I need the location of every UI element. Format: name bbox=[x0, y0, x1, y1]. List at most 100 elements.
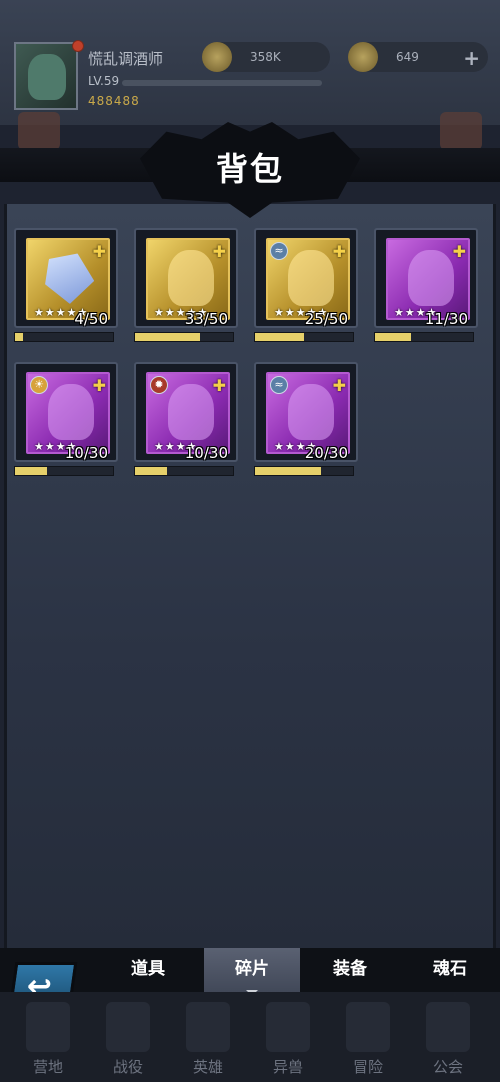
tab-label: 装备 bbox=[333, 959, 367, 979]
tab-label: 魂石 bbox=[433, 959, 467, 979]
nav-label: 英雄 bbox=[192, 1058, 223, 1076]
heroes-icon bbox=[186, 1002, 230, 1052]
crystal-art bbox=[37, 245, 101, 309]
water-element-icon: ≈ bbox=[270, 376, 288, 394]
nav-guild[interactable]: 公会 bbox=[410, 992, 486, 1082]
hero-silhouette bbox=[168, 384, 214, 440]
shard-count: 11/30 bbox=[424, 310, 468, 328]
shard-item[interactable]: ✚ ★★★★★ 4/50 bbox=[10, 228, 120, 346]
progress-fill bbox=[375, 333, 412, 341]
shard-progress-bar bbox=[134, 466, 234, 476]
progress-fill bbox=[135, 333, 200, 341]
shard-item[interactable]: ☀ ✚ ★★★★ 10/30 bbox=[10, 362, 120, 480]
currency-gold[interactable]: 358K bbox=[202, 42, 330, 72]
bottom-nav: 营地 战役 英雄 异兽 冒险 公会 bbox=[0, 992, 500, 1082]
tab-items[interactable]: 道具 bbox=[100, 948, 196, 992]
shard-progress-bar bbox=[374, 332, 474, 342]
nav-label: 冒险 bbox=[352, 1058, 383, 1076]
shard-item[interactable]: ✹ ✚ ★★★★ 10/30 bbox=[130, 362, 240, 480]
shard-progress-bar bbox=[134, 332, 234, 342]
hero-silhouette bbox=[408, 250, 454, 306]
puzzle-piece-icon: ✚ bbox=[332, 376, 346, 395]
shard-tile: ✹ ✚ ★★★★ bbox=[146, 372, 230, 454]
shard-tile: ≈ ✚ ★★★★★ bbox=[266, 238, 350, 320]
player-avatar[interactable] bbox=[14, 42, 78, 110]
exp-bar bbox=[122, 80, 322, 86]
shard-progress-bar bbox=[14, 466, 114, 476]
shard-count: 4/50 bbox=[74, 310, 108, 328]
shard-item[interactable]: ≈ ✚ ★★★★★ 25/50 bbox=[250, 228, 360, 346]
nav-label: 异兽 bbox=[272, 1058, 303, 1076]
player-power: 488488 bbox=[88, 94, 140, 108]
progress-fill bbox=[255, 333, 304, 341]
item-frame: ✹ ✚ ★★★★ 10/30 bbox=[134, 362, 238, 462]
item-frame: ☀ ✚ ★★★★ 10/30 bbox=[14, 362, 118, 462]
adventure-icon bbox=[346, 1002, 390, 1052]
player-name: 慌乱调酒师 bbox=[88, 50, 164, 68]
shard-count: 10/30 bbox=[184, 444, 228, 462]
currency-gem[interactable]: 649 + bbox=[348, 42, 488, 72]
shard-count: 33/50 bbox=[184, 310, 228, 328]
tab-equipment[interactable]: 装备 bbox=[302, 948, 398, 992]
puzzle-piece-icon: ✚ bbox=[452, 242, 466, 261]
tab-shards[interactable]: 碎片 bbox=[204, 948, 300, 998]
nav-adventure[interactable]: 冒险 bbox=[330, 992, 406, 1082]
puzzle-piece-icon: ✚ bbox=[92, 242, 106, 261]
gem-amount: 649 bbox=[396, 50, 419, 64]
shard-tile: ☀ ✚ ★★★★ bbox=[26, 372, 110, 454]
hero-silhouette bbox=[48, 384, 94, 440]
nav-label: 营地 bbox=[32, 1058, 63, 1076]
item-frame: ✚ ★★★★★ 33/50 bbox=[134, 228, 238, 328]
nav-beasts[interactable]: 异兽 bbox=[250, 992, 326, 1082]
shard-item[interactable]: ✚ ★★★★ 11/30 bbox=[370, 228, 480, 346]
panel-header: 背包 bbox=[0, 110, 500, 218]
nav-campaign[interactable]: 战役 bbox=[90, 992, 166, 1082]
camp-icon bbox=[26, 1002, 70, 1052]
shard-count: 20/30 bbox=[304, 444, 348, 462]
nav-camp[interactable]: 营地 bbox=[10, 992, 86, 1082]
item-frame: ✚ ★★★★ 11/30 bbox=[374, 228, 478, 328]
shard-progress-bar bbox=[254, 466, 354, 476]
shard-tile: ✚ ★★★★ bbox=[386, 238, 470, 320]
fire-element-icon: ✹ bbox=[150, 376, 168, 394]
hero-silhouette bbox=[288, 250, 334, 306]
progress-fill bbox=[15, 333, 23, 341]
water-element-icon: ≈ bbox=[270, 242, 288, 260]
page-title: 背包 bbox=[215, 150, 284, 188]
shard-tile: ≈ ✚ ★★★★ bbox=[266, 372, 350, 454]
shard-item[interactable]: ✚ ★★★★★ 33/50 bbox=[130, 228, 240, 346]
puzzle-piece-icon: ✚ bbox=[332, 242, 346, 261]
shard-tile: ✚ ★★★★★ bbox=[26, 238, 110, 320]
shard-tile: ✚ ★★★★★ bbox=[146, 238, 230, 320]
progress-fill bbox=[135, 467, 168, 475]
nav-label: 公会 bbox=[432, 1058, 463, 1076]
player-bar: 慌乱调酒师 LV.59 488488 358K 649 + bbox=[0, 0, 500, 150]
item-frame: ≈ ✚ ★★★★ 20/30 bbox=[254, 362, 358, 462]
shard-item[interactable]: ≈ ✚ ★★★★ 20/30 bbox=[250, 362, 360, 480]
campaign-icon bbox=[106, 1002, 150, 1052]
nav-label: 战役 bbox=[112, 1058, 143, 1076]
hero-silhouette bbox=[288, 384, 334, 440]
shard-progress-bar bbox=[254, 332, 354, 342]
gold-coin-icon bbox=[202, 42, 232, 72]
progress-fill bbox=[15, 467, 48, 475]
notification-dot bbox=[72, 40, 84, 52]
gem-icon bbox=[348, 42, 378, 72]
progress-fill bbox=[255, 467, 321, 475]
plus-icon[interactable]: + bbox=[463, 46, 480, 70]
gold-amount: 358K bbox=[250, 50, 281, 64]
tab-soulstone[interactable]: 魂石 bbox=[402, 948, 498, 992]
puzzle-piece-icon: ✚ bbox=[212, 376, 226, 395]
tab-label: 碎片 bbox=[235, 959, 269, 979]
nav-heroes[interactable]: 英雄 bbox=[170, 992, 246, 1082]
tab-label: 道具 bbox=[131, 959, 165, 979]
avatar-face bbox=[28, 54, 66, 100]
player-level: LV.59 bbox=[88, 74, 120, 88]
item-frame: ✚ ★★★★★ 4/50 bbox=[14, 228, 118, 328]
sun-element-icon: ☀ bbox=[30, 376, 48, 394]
shard-count: 10/30 bbox=[64, 444, 108, 462]
beasts-icon bbox=[266, 1002, 310, 1052]
puzzle-piece-icon: ✚ bbox=[212, 242, 226, 261]
guild-icon bbox=[426, 1002, 470, 1052]
shard-count: 25/50 bbox=[304, 310, 348, 328]
